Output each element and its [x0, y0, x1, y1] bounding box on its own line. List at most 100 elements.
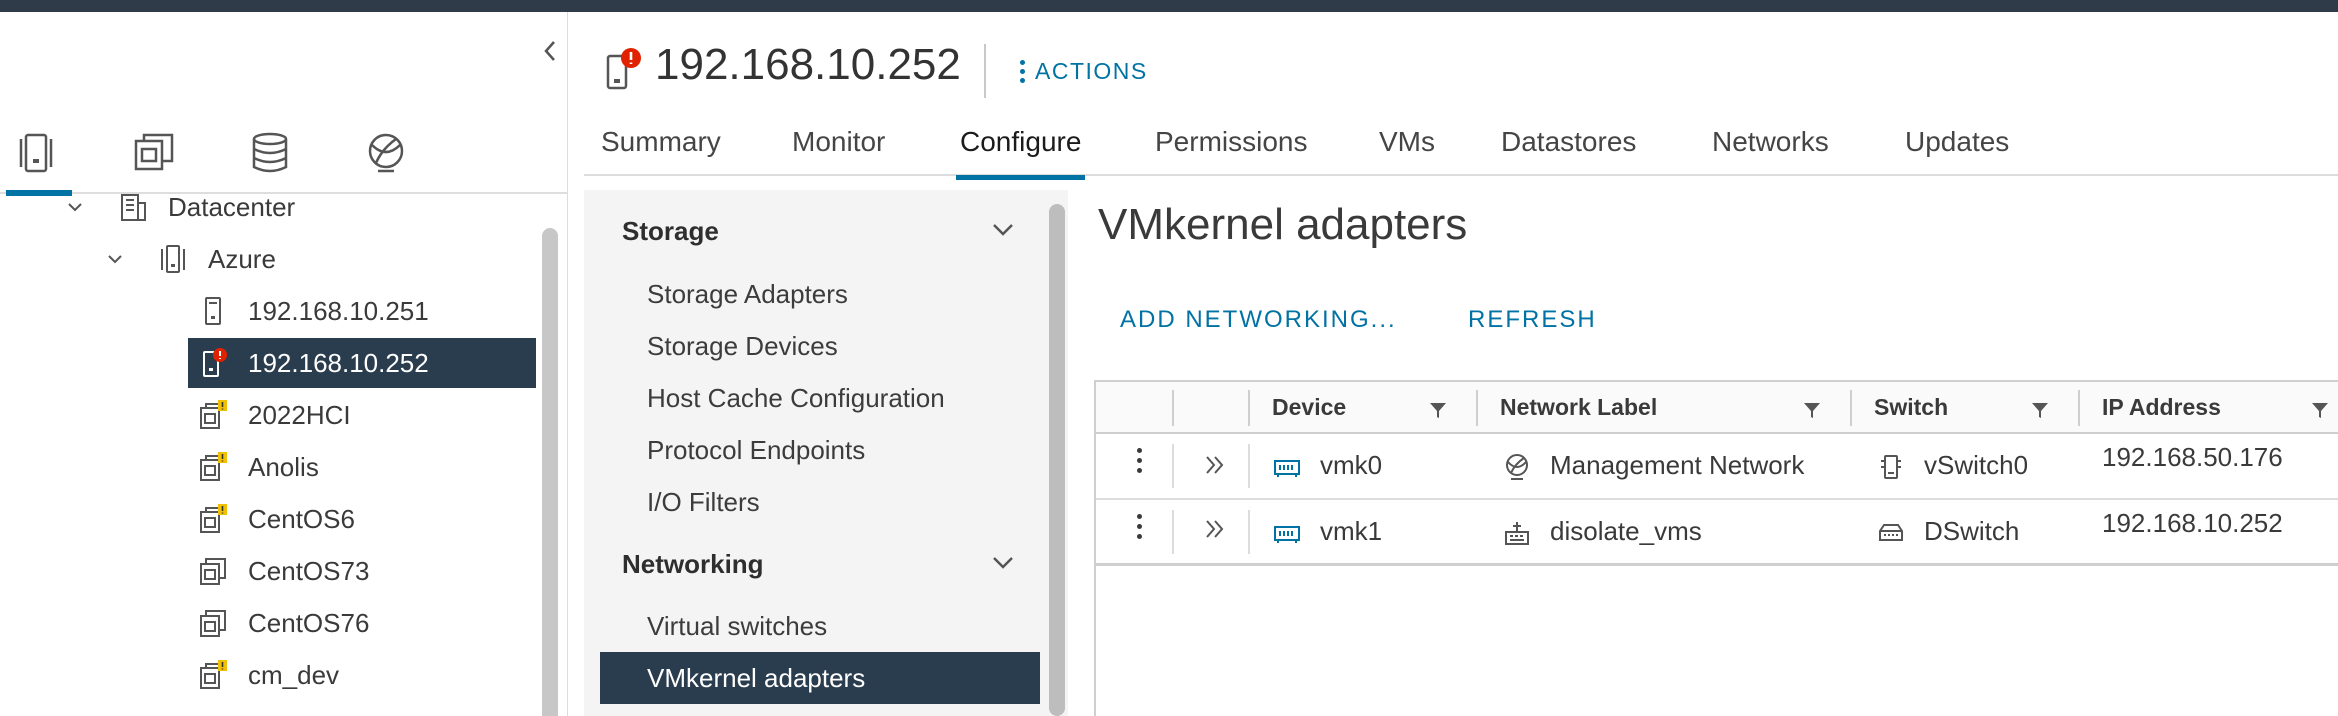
tree-item-host-252[interactable]: 192.168.10.252 [188, 338, 536, 388]
chevron-down-icon[interactable] [104, 248, 126, 270]
tree-item-vm-centos6[interactable]: CentOS6 [0, 494, 536, 544]
column-header-device[interactable]: Device [1272, 394, 1346, 421]
datacenter-icon [121, 194, 146, 221]
tab-updates[interactable]: Updates [1905, 126, 2009, 158]
table-row[interactable]: vmk0 Management Network vSwitch0 192.168… [1096, 434, 2338, 500]
vmkernel-nic-icon [1274, 526, 1300, 543]
tree-item-vm-centos76[interactable]: CentOS76 [0, 598, 536, 648]
tree-item-azure[interactable]: Azure [0, 234, 536, 284]
menu-section-networking[interactable]: Networking [622, 549, 764, 580]
vertical-dots-icon [1020, 59, 1025, 83]
vmkernel-nic-icon [1274, 460, 1300, 477]
cell-device: vmk0 [1320, 450, 1383, 480]
cell-ip-address: 192.168.10.252 [2102, 508, 2283, 538]
vm-warning-icon [200, 660, 227, 689]
host-alert-icon [606, 48, 641, 90]
vm-warning-icon [200, 400, 227, 429]
tree-item-datacenter[interactable]: Datacenter [0, 182, 536, 232]
column-header-ip-address[interactable]: IP Address [2102, 394, 2221, 421]
vm-icon [200, 558, 226, 585]
filter-icon[interactable] [2030, 400, 2050, 420]
menu-item-virtual-switches[interactable]: Virtual switches [647, 611, 827, 642]
double-chevron-right-icon[interactable] [1202, 516, 1228, 542]
row-actions-icon[interactable] [1134, 514, 1144, 548]
menu-item-storage-devices[interactable]: Storage Devices [647, 331, 838, 362]
tree-item-vm-centos73[interactable]: CentOS73 [0, 546, 536, 596]
menu-item-storage-adapters[interactable]: Storage Adapters [647, 279, 848, 310]
menu-section-storage[interactable]: Storage [622, 216, 719, 247]
tree-item-label: Datacenter [168, 191, 296, 222]
distributed-switch-icon [1879, 524, 1903, 541]
chevron-left-icon [544, 41, 555, 61]
content-title: VMkernel adapters [1098, 200, 1468, 249]
cell-network-label[interactable]: Management Network [1550, 450, 1804, 481]
tree-item-label: 192.168.10.252 [248, 347, 429, 378]
double-chevron-right-icon[interactable] [1202, 452, 1228, 478]
tree-scrollbar[interactable] [540, 218, 560, 716]
tree-item-label: CentOS6 [248, 503, 355, 534]
tab-vms[interactable]: VMs [1379, 126, 1435, 158]
cell-switch[interactable]: DSwitch [1924, 516, 2019, 547]
add-networking-button[interactable]: ADD NETWORKING... [1120, 306, 1397, 334]
vmkernel-adapters-grid: Device Network Label Switch IP Address v… [1094, 380, 2338, 716]
globe-network-icon [368, 133, 404, 173]
vms-templates-view-tab[interactable] [124, 124, 184, 182]
page-title: 192.168.10.252 [655, 40, 961, 89]
tab-summary[interactable]: Summary [601, 126, 721, 158]
cell-device: vmk1 [1320, 516, 1383, 546]
cell-ip-address: 192.168.50.176 [2102, 442, 2283, 472]
vm-warning-icon [200, 452, 227, 481]
tree-item-label: CentOS76 [248, 607, 370, 638]
tree-item-label: 192.168.10.251 [248, 295, 429, 326]
refresh-button[interactable]: REFRESH [1468, 306, 1597, 334]
chevron-down-icon[interactable] [64, 196, 86, 218]
menu-item-host-cache-configuration[interactable]: Host Cache Configuration [647, 383, 945, 414]
standard-switch-icon [1881, 455, 1901, 479]
filter-icon[interactable] [1428, 400, 1448, 420]
tree-item-label: Azure [208, 243, 276, 274]
host-icon [205, 297, 221, 325]
column-header-switch[interactable]: Switch [1874, 394, 1948, 421]
collapse-pane-button[interactable] [538, 36, 564, 66]
row-actions-icon[interactable] [1134, 448, 1144, 482]
actions-label: ACTIONS [1035, 57, 1148, 84]
tab-datastores[interactable]: Datastores [1501, 126, 1636, 158]
storage-view-tab[interactable] [240, 124, 300, 182]
object-tabs: Summary Monitor Configure Permissions VM… [584, 118, 2338, 180]
cluster-icon [161, 245, 185, 273]
column-header-network-label[interactable]: Network Label [1500, 394, 1657, 421]
tree-item-label: 2022HCI [248, 399, 351, 430]
cell-switch[interactable]: vSwitch0 [1924, 450, 2028, 481]
tree-item-vm-2022hci[interactable]: 2022HCI [0, 390, 536, 440]
tab-networks[interactable]: Networks [1712, 126, 1829, 158]
tree-item-vm-cm-dev[interactable]: cm_dev [0, 650, 536, 700]
vm-warning-icon [200, 504, 227, 533]
tree-item-host-251[interactable]: 192.168.10.251 [0, 286, 536, 336]
tab-configure[interactable]: Configure [955, 126, 1086, 180]
tree-item-label: CentOS73 [248, 555, 370, 586]
tab-permissions[interactable]: Permissions [1155, 126, 1307, 158]
hosts-clusters-view-tab[interactable] [6, 124, 72, 196]
cell-network-label[interactable]: disolate_vms [1550, 516, 1702, 547]
vms-templates-icon [134, 133, 174, 171]
hosts-clusters-icon [19, 133, 53, 173]
tab-monitor[interactable]: Monitor [792, 126, 885, 158]
menu-item-protocol-endpoints[interactable]: Protocol Endpoints [647, 435, 865, 466]
menu-item-io-filters[interactable]: I/O Filters [647, 487, 760, 518]
tree-item-vm-anolis[interactable]: Anolis [0, 442, 536, 492]
grid-header: Device Network Label Switch IP Address [1096, 382, 2338, 434]
actions-button[interactable]: ACTIONS [1020, 54, 1148, 88]
top-header-bar [0, 0, 2338, 12]
chevron-down-icon[interactable] [990, 555, 1016, 571]
standard-portgroup-icon [1506, 454, 1528, 480]
networking-view-tab[interactable] [356, 124, 416, 182]
configure-menu-scrollbar[interactable] [1046, 200, 1068, 716]
header-divider [984, 44, 986, 98]
filter-icon[interactable] [1802, 400, 1822, 420]
table-row[interactable]: vmk1 disolate_vms DSwitch 192.168.10.252 [1096, 500, 2338, 566]
menu-item-vmkernel-adapters[interactable]: VMkernel adapters [600, 652, 1040, 704]
database-icon [252, 132, 288, 173]
filter-icon[interactable] [2310, 400, 2330, 420]
host-alert-icon [203, 348, 227, 377]
chevron-down-icon[interactable] [990, 222, 1016, 238]
